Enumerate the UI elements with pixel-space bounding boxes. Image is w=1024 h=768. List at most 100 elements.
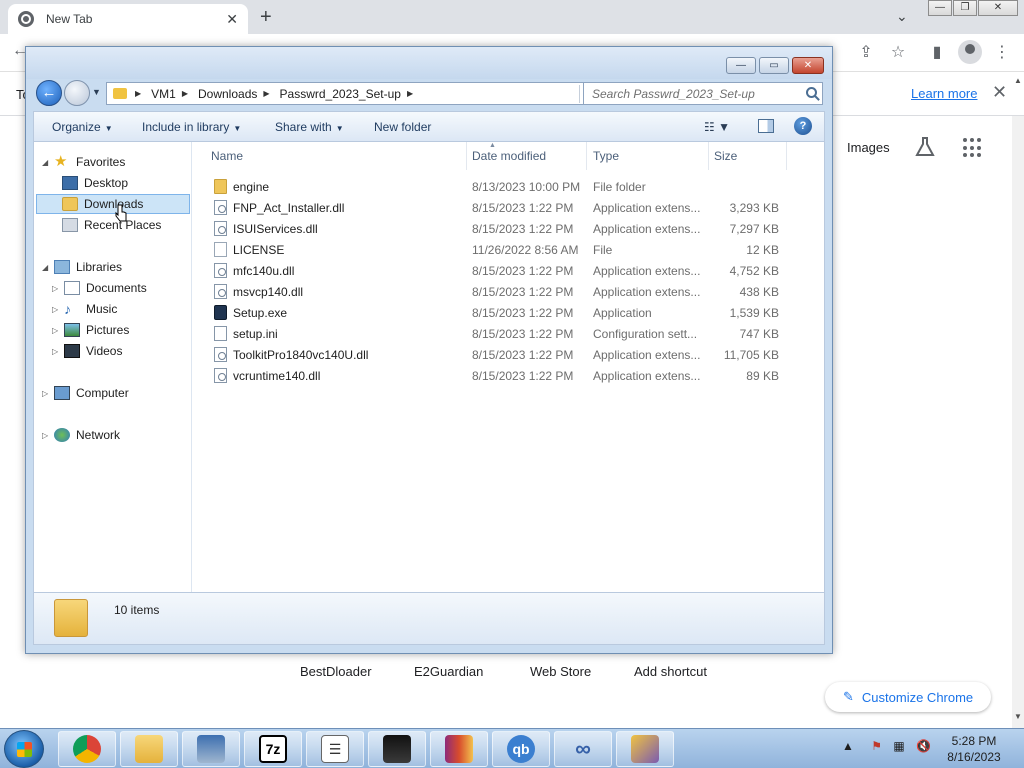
back-button[interactable]: ←: [36, 80, 62, 106]
volume-muted-icon[interactable]: 🔇: [916, 739, 931, 753]
close-window-button[interactable]: ✕: [978, 0, 1018, 16]
table-row[interactable]: Setup.exe 8/15/2023 1:22 PM Application …: [193, 302, 825, 323]
expand-arrow-icon[interactable]: ▷: [52, 284, 64, 293]
breadcrumb-separator-icon[interactable]: ▶: [182, 89, 188, 98]
search-icon[interactable]: [806, 87, 817, 98]
taskbar-cat-app[interactable]: [368, 731, 426, 767]
breadcrumb-separator-icon[interactable]: ▶: [407, 89, 413, 98]
table-row[interactable]: msvcp140.dll 8/15/2023 1:22 PM Applicati…: [193, 281, 825, 302]
bookmark-star-icon[interactable]: ☆: [888, 42, 908, 62]
minimize-window-button[interactable]: —: [928, 0, 952, 16]
expand-arrow-icon[interactable]: ▷: [52, 305, 64, 314]
taskbar-list-app[interactable]: ☰: [306, 731, 364, 767]
expand-arrow-icon[interactable]: ▷: [42, 389, 54, 398]
explorer-titlebar[interactable]: — ▭ ✕: [26, 47, 832, 79]
table-row[interactable]: FNP_Act_Installer.dll 8/15/2023 1:22 PM …: [193, 197, 825, 218]
menu-kebab-icon[interactable]: ⋮: [992, 42, 1012, 62]
nav-videos[interactable]: ▷ Videos: [52, 341, 122, 361]
taskbar-chrome[interactable]: [58, 731, 116, 767]
taskbar-installer[interactable]: [616, 731, 674, 767]
help-icon[interactable]: ?: [794, 117, 812, 135]
share-with-button[interactable]: Share with ▼: [275, 120, 344, 134]
table-row[interactable]: ISUIServices.dll 8/15/2023 1:22 PM Appli…: [193, 218, 825, 239]
tab-search-chevron-icon[interactable]: ⌄: [896, 8, 908, 25]
nav-pictures[interactable]: ▷ Pictures: [52, 320, 129, 340]
collapse-arrow-icon[interactable]: ◢: [42, 158, 54, 167]
show-hidden-icons-icon[interactable]: ▲: [842, 739, 854, 753]
infobar-close-icon[interactable]: ✕: [992, 82, 1007, 103]
shortcut-web-store[interactable]: Web Store: [530, 664, 591, 679]
expand-arrow-icon[interactable]: ▷: [52, 326, 64, 335]
new-tab-button[interactable]: +: [260, 6, 272, 29]
action-center-flag-icon[interactable]: ⚑: [871, 739, 882, 753]
nav-libraries[interactable]: ◢ Libraries: [42, 257, 122, 277]
taskbar-winrar[interactable]: [430, 731, 488, 767]
table-row[interactable]: LICENSE 11/26/2022 8:56 AM File 12 KB: [193, 239, 825, 260]
column-header-date[interactable]: Date modified: [467, 142, 587, 170]
nav-computer[interactable]: ▷ Computer: [42, 383, 129, 403]
file-list[interactable]: ▲ Name Date modified Type Size engine 8/…: [193, 142, 825, 592]
profile-avatar[interactable]: [958, 40, 982, 64]
labs-flask-icon[interactable]: [914, 136, 936, 158]
images-link[interactable]: Images: [847, 140, 890, 155]
breadcrumb-separator-icon[interactable]: ▶: [135, 89, 141, 98]
nav-network[interactable]: ▷ Network: [42, 425, 120, 445]
table-row[interactable]: engine 8/13/2023 10:00 PM File folder: [193, 176, 825, 197]
column-header-type[interactable]: Type: [587, 142, 709, 170]
preview-pane-icon[interactable]: [758, 119, 774, 133]
shortcut-bestdloader[interactable]: BestDloader: [300, 664, 372, 679]
taskbar-7zip[interactable]: 7z: [244, 731, 302, 767]
navigation-pane[interactable]: ◢ ★ Favorites Desktop Downloads Recent P…: [34, 142, 192, 592]
nav-desktop[interactable]: Desktop: [62, 173, 128, 193]
forward-button[interactable]: [64, 80, 90, 106]
expand-arrow-icon[interactable]: ▷: [52, 347, 64, 356]
recent-pages-chevron-icon[interactable]: ▼: [92, 87, 101, 97]
taskbar-file-explorer[interactable]: [120, 731, 178, 767]
nav-downloads[interactable]: Downloads: [36, 194, 190, 214]
table-row[interactable]: setup.ini 8/15/2023 1:22 PM Configuratio…: [193, 323, 825, 344]
taskbar-network-tool[interactable]: [182, 731, 240, 767]
column-header-size[interactable]: Size: [709, 142, 787, 170]
share-icon[interactable]: ⇪: [856, 42, 876, 62]
tab-close-icon[interactable]: ✕: [226, 11, 238, 28]
nav-recent-places[interactable]: Recent Places: [62, 215, 161, 235]
explorer-close-button[interactable]: ✕: [792, 57, 824, 74]
nav-music[interactable]: ▷ ♪ Music: [52, 299, 117, 319]
table-row[interactable]: vcruntime140.dll 8/15/2023 1:22 PM Appli…: [193, 365, 825, 386]
start-button[interactable]: [4, 730, 44, 768]
customize-chrome-button[interactable]: ✎ Customize Chrome: [825, 682, 991, 712]
breadcrumb-vm1[interactable]: VM1: [151, 87, 176, 101]
explorer-maximize-button[interactable]: ▭: [759, 57, 789, 74]
organize-button[interactable]: Organize ▼: [52, 120, 113, 134]
nav-favorites[interactable]: ◢ ★ Favorites: [42, 152, 125, 172]
breadcrumb-downloads[interactable]: Downloads: [198, 87, 257, 101]
tab-new-tab[interactable]: New Tab ✕: [8, 4, 248, 34]
learn-more-link[interactable]: Learn more: [911, 86, 977, 101]
taskbar-clock[interactable]: 5:28 PM 8/16/2023: [944, 733, 1004, 765]
breadcrumb-separator-icon[interactable]: ▶: [263, 89, 269, 98]
collapse-arrow-icon[interactable]: ◢: [42, 263, 54, 272]
shortcut-add[interactable]: Add shortcut: [634, 664, 707, 679]
nav-documents[interactable]: ▷ Documents: [52, 278, 147, 298]
restore-window-button[interactable]: ❐: [953, 0, 977, 16]
explorer-minimize-button[interactable]: —: [726, 57, 756, 74]
google-apps-icon[interactable]: [963, 138, 983, 158]
address-bar[interactable]: ▶ VM1 ▶ Downloads ▶ Passwrd_2023_Set-up …: [106, 82, 626, 105]
network-status-icon[interactable]: ▦: [893, 739, 904, 753]
table-row[interactable]: mfc140u.dll 8/15/2023 1:22 PM Applicatio…: [193, 260, 825, 281]
include-in-library-button[interactable]: Include in library ▼: [142, 120, 241, 134]
breadcrumb-passwrd-setup[interactable]: Passwrd_2023_Set-up: [280, 87, 401, 101]
taskbar-qbittorrent[interactable]: qb: [492, 731, 550, 767]
taskbar-infinity-app[interactable]: ∞: [554, 731, 612, 767]
search-input[interactable]: Search Passwrd_2023_Set-up: [583, 82, 823, 105]
side-panel-icon[interactable]: ▮: [927, 42, 947, 62]
column-header-name[interactable]: Name: [193, 142, 467, 170]
change-view-icon[interactable]: ☷ ▼: [704, 120, 730, 134]
shortcut-e2guardian[interactable]: E2Guardian: [414, 664, 483, 679]
scroll-down-icon[interactable]: ▼: [1014, 712, 1022, 721]
page-scrollbar[interactable]: ▲ ▼: [1012, 76, 1024, 728]
expand-arrow-icon[interactable]: ▷: [42, 431, 54, 440]
new-folder-button[interactable]: New folder: [374, 120, 431, 134]
scroll-up-icon[interactable]: ▲: [1014, 76, 1022, 85]
table-row[interactable]: ToolkitPro1840vc140U.dll 8/15/2023 1:22 …: [193, 344, 825, 365]
